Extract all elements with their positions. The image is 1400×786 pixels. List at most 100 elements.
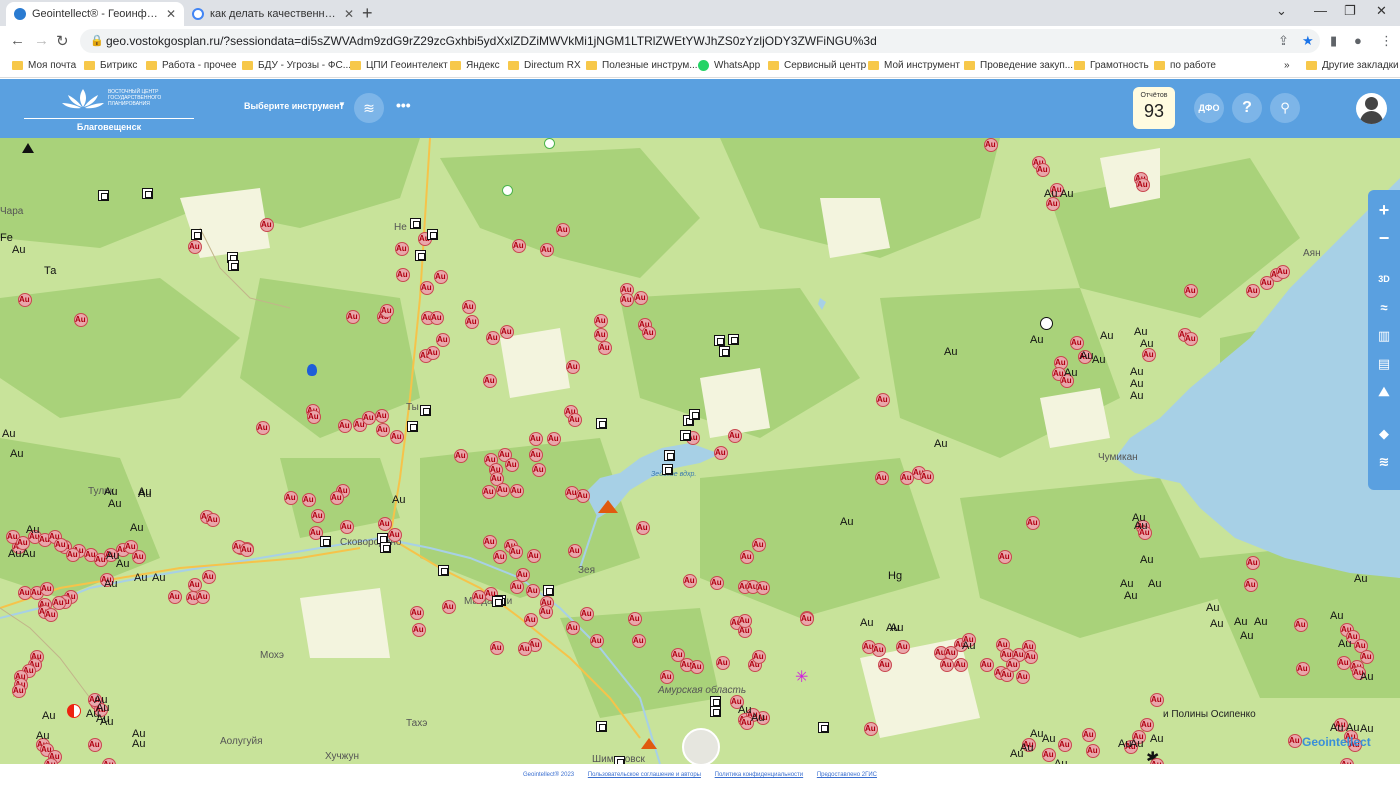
map-canvas[interactable]: Аян Чумикан Зея Магдагачи Сковородино Ты… bbox=[0, 138, 1400, 764]
terrain-icon[interactable]: ⛰ bbox=[1368, 384, 1400, 400]
gold-deposit-marker[interactable]: Au bbox=[500, 325, 515, 340]
gold-deposit-marker[interactable]: Au bbox=[1070, 336, 1085, 351]
bookmark-item[interactable]: Моя почта bbox=[12, 60, 76, 71]
gold-deposit-marker[interactable]: Au bbox=[88, 738, 103, 753]
gold-deposit-marker[interactable]: Au bbox=[636, 521, 651, 536]
bookmark-item[interactable]: Полезные инструм... bbox=[586, 60, 698, 71]
gold-deposit-marker[interactable]: Au bbox=[512, 239, 527, 254]
gold-deposit-marker[interactable]: Au bbox=[1294, 618, 1309, 633]
gold-deposit-marker[interactable]: Au bbox=[496, 483, 511, 498]
gold-deposit-marker[interactable]: Au bbox=[1142, 348, 1157, 363]
gold-deposit-marker[interactable]: Au bbox=[40, 582, 55, 597]
gold-deposit-marker[interactable]: Au bbox=[1246, 556, 1261, 571]
purple-asterisk-marker-icon[interactable]: ✳ bbox=[795, 667, 808, 687]
new-tab-icon[interactable]: + bbox=[362, 3, 373, 24]
gold-deposit-marker[interactable]: Au bbox=[202, 570, 217, 585]
deposit-square-marker-icon[interactable] bbox=[142, 188, 153, 199]
gold-deposit-marker[interactable]: Au bbox=[590, 634, 605, 649]
triangle-marker-icon[interactable] bbox=[22, 143, 34, 153]
deposit-square-marker-icon[interactable] bbox=[407, 421, 418, 432]
layers-button[interactable]: ≋ bbox=[354, 93, 384, 123]
gold-deposit-marker[interactable]: Au bbox=[509, 545, 524, 560]
gold-deposit-marker[interactable]: Au bbox=[980, 658, 995, 673]
dropdown-arrow-icon[interactable]: ▼ bbox=[338, 100, 346, 109]
gold-deposit-marker[interactable]: Au bbox=[540, 243, 555, 258]
back-icon[interactable]: ← bbox=[10, 32, 25, 49]
address-bar[interactable]: 🔒 geo.vostokgosplan.ru/?sessiondata=di5s… bbox=[80, 29, 1320, 53]
gold-deposit-marker[interactable]: Au bbox=[486, 331, 501, 346]
restore-icon[interactable]: ❐ bbox=[1344, 3, 1356, 19]
close-tab-icon[interactable]: ✕ bbox=[166, 7, 176, 21]
gold-deposit-marker[interactable]: Au bbox=[864, 722, 879, 737]
deposit-square-marker-icon[interactable] bbox=[714, 335, 725, 346]
bookmarks-overflow-icon[interactable]: » bbox=[1284, 60, 1290, 71]
gold-deposit-marker[interactable]: Au bbox=[307, 410, 322, 425]
gold-deposit-marker[interactable]: Au bbox=[568, 544, 583, 559]
gold-deposit-marker[interactable]: Au bbox=[526, 584, 541, 599]
gold-deposit-marker[interactable]: Au bbox=[642, 326, 657, 341]
gold-deposit-marker[interactable]: Au bbox=[524, 613, 539, 628]
gold-deposit-marker[interactable]: Au bbox=[1058, 738, 1073, 753]
gold-deposit-marker[interactable]: Au bbox=[338, 419, 353, 434]
deposit-square-marker-icon[interactable] bbox=[380, 542, 391, 553]
reload-icon[interactable]: ↻ bbox=[56, 32, 69, 50]
gold-deposit-marker[interactable]: Au bbox=[510, 484, 525, 499]
gold-deposit-marker[interactable]: Au bbox=[875, 471, 890, 486]
gold-deposit-marker[interactable]: Au bbox=[483, 535, 498, 550]
gold-deposit-marker[interactable]: Au bbox=[632, 634, 647, 649]
gold-deposit-marker[interactable]: Au bbox=[1184, 332, 1199, 347]
gold-deposit-marker[interactable]: Au bbox=[426, 346, 441, 361]
gold-deposit-marker[interactable]: Au bbox=[256, 421, 271, 436]
gold-deposit-marker[interactable]: Au bbox=[454, 449, 469, 464]
gold-deposit-marker[interactable]: Au bbox=[132, 550, 147, 565]
menu-icon[interactable]: ⋮ bbox=[1380, 33, 1393, 49]
deposit-square-marker-icon[interactable] bbox=[662, 464, 673, 475]
gold-deposit-marker[interactable]: Au bbox=[340, 520, 355, 535]
deposit-square-marker-icon[interactable] bbox=[98, 190, 109, 201]
gold-deposit-marker[interactable]: Au bbox=[1036, 163, 1051, 178]
deposit-square-marker-icon[interactable] bbox=[728, 334, 739, 345]
deposit-square-marker-icon[interactable] bbox=[710, 706, 721, 717]
gold-deposit-marker[interactable]: Au bbox=[1136, 178, 1151, 193]
close-tab-icon[interactable]: ✕ bbox=[344, 7, 354, 21]
bookmark-item[interactable]: Проведение закуп... bbox=[964, 60, 1073, 71]
bookmark-item[interactable]: Directum RX bbox=[508, 60, 581, 71]
gold-deposit-marker[interactable]: Au bbox=[430, 311, 445, 326]
deposit-square-marker-icon[interactable] bbox=[415, 250, 426, 261]
deposit-square-marker-icon[interactable] bbox=[680, 430, 691, 441]
bookmark-item[interactable]: по работе bbox=[1154, 60, 1216, 71]
gold-deposit-marker[interactable]: Au bbox=[54, 538, 69, 553]
gold-deposit-marker[interactable]: Au bbox=[954, 658, 969, 673]
gold-deposit-marker[interactable]: Au bbox=[576, 489, 591, 504]
tool-select-dropdown[interactable]: Выберите инструмент bbox=[244, 101, 344, 111]
gold-deposit-marker[interactable]: Au bbox=[634, 291, 649, 306]
gold-deposit-marker[interactable]: Au bbox=[346, 310, 361, 325]
gold-deposit-marker[interactable]: Au bbox=[716, 656, 731, 671]
gold-deposit-marker[interactable]: Au bbox=[752, 650, 767, 665]
side-panel-icon[interactable]: ▮ bbox=[1330, 33, 1337, 49]
deposit-square-marker-icon[interactable] bbox=[420, 405, 431, 416]
gold-deposit-marker[interactable]: Au bbox=[1246, 284, 1261, 299]
ring-marker-icon[interactable] bbox=[1040, 317, 1053, 330]
close-window-icon[interactable]: ✕ bbox=[1376, 3, 1387, 19]
gold-deposit-marker[interactable]: Au bbox=[420, 281, 435, 296]
gold-deposit-marker[interactable]: Au bbox=[510, 580, 525, 595]
privacy-link[interactable]: Политика конфиденциальности bbox=[715, 772, 804, 778]
traffic-light-icon[interactable]: ▥ bbox=[1368, 328, 1400, 344]
gold-deposit-marker[interactable]: Au bbox=[284, 491, 299, 506]
deposit-square-marker-icon[interactable] bbox=[191, 229, 202, 240]
terms-link[interactable]: Пользовательское соглашение и авторы bbox=[588, 772, 701, 778]
gold-deposit-marker[interactable]: Au bbox=[396, 268, 411, 283]
gold-deposit-marker[interactable]: Au bbox=[1244, 578, 1259, 593]
gold-deposit-marker[interactable]: Au bbox=[660, 670, 675, 685]
gold-deposit-marker[interactable]: Au bbox=[505, 458, 520, 473]
gold-deposit-marker[interactable]: Au bbox=[206, 513, 221, 528]
gold-deposit-marker[interactable]: Au bbox=[493, 550, 508, 565]
bookmark-star-icon[interactable]: ★ bbox=[1302, 33, 1314, 49]
gold-deposit-marker[interactable]: Au bbox=[1024, 650, 1039, 665]
gold-deposit-marker[interactable]: Au bbox=[1276, 265, 1291, 280]
gold-deposit-marker[interactable]: Au bbox=[434, 270, 449, 285]
deposit-square-marker-icon[interactable] bbox=[492, 596, 503, 607]
gold-deposit-marker[interactable]: Au bbox=[330, 491, 345, 506]
gold-deposit-marker[interactable]: Au bbox=[690, 660, 705, 675]
